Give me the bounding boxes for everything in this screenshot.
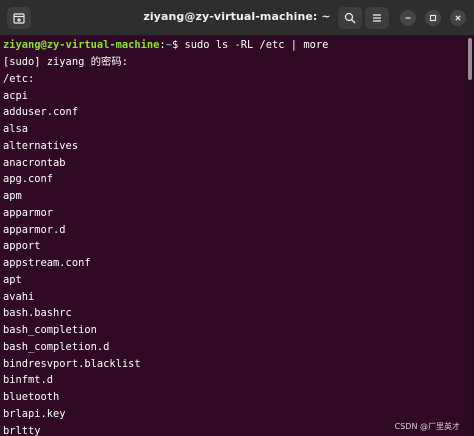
output-line: alternatives — [3, 140, 79, 152]
output-line: avahi — [3, 291, 35, 303]
vertical-scrollbar[interactable] — [466, 36, 474, 436]
output-line: bindresvport.blacklist — [3, 358, 141, 370]
output-line: apparmor.d — [3, 224, 66, 236]
output-line: alsa — [3, 123, 29, 135]
output-line: apt — [3, 274, 22, 286]
maximize-icon — [429, 14, 437, 22]
output-line: bash.bashrc — [3, 307, 72, 319]
output-line: /etc: — [3, 73, 35, 85]
output-line: brltty — [3, 425, 41, 436]
prompt-line: ziyang@zy-virtual-machine:~$ sudo ls -RL… — [3, 37, 328, 53]
terminal-window: ziyang@zy-virtual-machine: ~ ziyang@zy-v… — [0, 0, 474, 436]
close-button[interactable] — [450, 10, 466, 26]
output-line: adduser.conf — [3, 106, 79, 118]
output-line: brlapi.key — [3, 408, 66, 420]
search-button[interactable] — [338, 7, 362, 29]
watermark: CSDN @厂里英才 — [394, 422, 460, 431]
output-line: appstream.conf — [3, 257, 91, 269]
minimize-icon — [405, 17, 411, 19]
output-line: apm — [3, 190, 22, 202]
output-line: binfmt.d — [3, 374, 54, 386]
prompt-user-host: ziyang@zy-virtual-machine — [3, 39, 160, 51]
title-bar[interactable]: ziyang@zy-virtual-machine: ~ — [0, 0, 474, 36]
terminal-output[interactable]: ziyang@zy-virtual-machine:~$ sudo ls -RL… — [0, 36, 466, 436]
scrollbar-thumb[interactable] — [468, 38, 472, 80]
output-line: acpi — [3, 90, 29, 102]
output-line: anacrontab — [3, 157, 66, 169]
close-icon — [455, 15, 461, 21]
output-line: bash_completion — [3, 324, 97, 336]
output-line: bash_completion.d — [3, 341, 110, 353]
output-line: bluetooth — [3, 391, 60, 403]
output-line: apg.conf — [3, 173, 54, 185]
minimize-button[interactable] — [400, 10, 416, 26]
search-icon — [344, 12, 356, 24]
sudo-password-prompt: [sudo] ziyang 的密码: — [3, 56, 129, 68]
menu-button[interactable] — [365, 7, 389, 29]
output-line: apparmor — [3, 207, 54, 219]
maximize-button[interactable] — [425, 10, 441, 26]
hamburger-menu-icon — [373, 14, 381, 22]
output-line: apport — [3, 240, 41, 252]
command-text: sudo ls -RL /etc | more — [178, 39, 329, 51]
